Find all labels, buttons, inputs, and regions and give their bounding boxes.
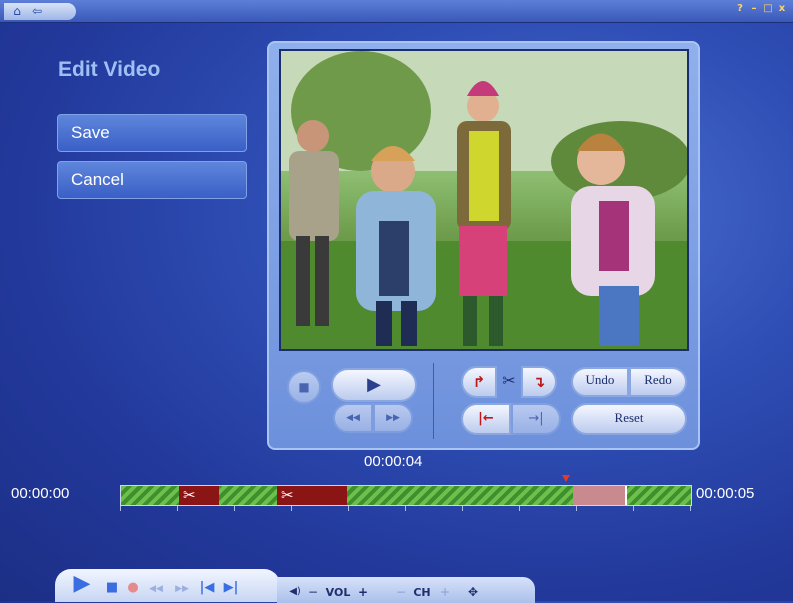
video-editor-panel: ■ ▶ ◀◀ ▶▶ ↱ ✂ ↴ |← →| Undo Redo Reset: [267, 41, 700, 450]
play-button[interactable]: ▶: [331, 368, 417, 402]
rewind-button[interactable]: ◀◀: [333, 403, 373, 433]
controls-divider: [433, 363, 434, 439]
play-icon[interactable]: ▶: [71, 573, 93, 595]
split-end-button[interactable]: ↴: [521, 366, 557, 398]
previous-icon[interactable]: |◀: [197, 580, 217, 596]
video-frame-image: [281, 51, 687, 349]
scissors-icon: ✂: [502, 371, 516, 390]
fullscreen-icon[interactable]: ✥: [465, 584, 481, 600]
cancel-button[interactable]: Cancel: [57, 161, 247, 199]
selected-segment[interactable]: [573, 486, 627, 505]
page-title: Edit Video: [58, 58, 161, 81]
trim-end-button[interactable]: →|: [511, 403, 561, 435]
edit-controls: ■ ▶ ◀◀ ▶▶ ↱ ✂ ↴ |← →| Undo Redo Reset: [275, 357, 693, 443]
reset-button[interactable]: Reset: [571, 403, 687, 435]
timeline-track[interactable]: ✂ ✂: [120, 485, 692, 506]
fast-forward-button[interactable]: ▶▶: [373, 403, 413, 433]
channel-label: CH: [413, 586, 431, 599]
title-bar: ⌂ ⇦ ? – □ x: [0, 0, 793, 23]
back-icon[interactable]: ⇦: [28, 4, 46, 18]
volume-label: VOL: [325, 586, 351, 599]
video-preview[interactable]: [279, 49, 689, 351]
cut-segment-2[interactable]: ✂: [277, 486, 347, 505]
close-icon[interactable]: x: [777, 4, 787, 14]
maximize-icon[interactable]: □: [763, 4, 773, 14]
end-time: 00:00:05: [696, 485, 755, 502]
stop-icon[interactable]: ■: [105, 580, 119, 596]
scissors-icon: ✂: [281, 486, 294, 504]
transport-bar: ▶ ■ ● ◀◀ ▶▶ |◀ ▶| ◀) − VOL + − CH + ✥: [55, 566, 535, 603]
home-icon[interactable]: ⌂: [8, 4, 26, 18]
channel-down-icon[interactable]: −: [395, 584, 407, 600]
fast-forward-icon[interactable]: ▶▶: [171, 581, 193, 597]
undo-button[interactable]: Undo: [571, 367, 629, 397]
playhead-marker[interactable]: [562, 475, 571, 482]
start-time: 00:00:00: [11, 485, 70, 502]
nav-pill: ⌂ ⇦: [4, 3, 76, 20]
scissors-icon: ✂: [183, 486, 196, 504]
stop-button[interactable]: ■: [287, 370, 321, 404]
record-icon[interactable]: ●: [125, 580, 141, 596]
next-icon[interactable]: ▶|: [221, 580, 241, 596]
window-controls: ? – □ x: [735, 4, 787, 14]
trim-start-button[interactable]: |←: [461, 403, 511, 435]
rewind-icon[interactable]: ◀◀: [145, 581, 167, 597]
channel-up-icon[interactable]: +: [439, 584, 451, 600]
timeline-ticks: [120, 506, 692, 512]
save-button[interactable]: Save: [57, 114, 247, 152]
volume-down-icon[interactable]: −: [307, 584, 319, 600]
cut-segment-1[interactable]: ✂: [179, 486, 219, 505]
mute-icon[interactable]: ◀): [285, 584, 305, 600]
current-time: 00:00:04: [364, 453, 423, 470]
volume-up-icon[interactable]: +: [357, 584, 369, 600]
redo-button[interactable]: Redo: [629, 367, 687, 397]
help-icon[interactable]: ?: [735, 4, 745, 14]
minimize-icon[interactable]: –: [749, 4, 759, 14]
split-start-button[interactable]: ↱: [461, 366, 497, 398]
